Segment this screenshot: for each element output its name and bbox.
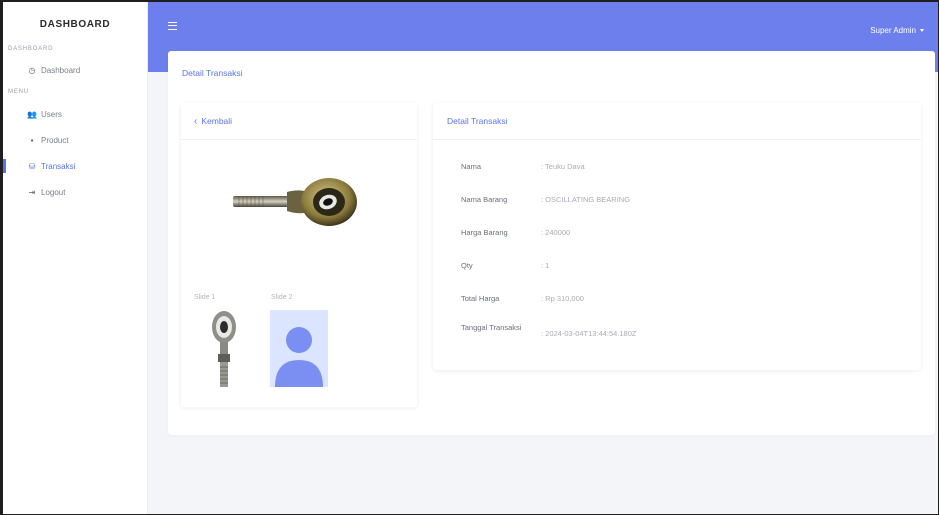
sidebar-item-transaksi[interactable]: ⛁ Transaksi [3,153,147,179]
detail-label: Nama [461,162,482,171]
product-gallery-card: ‹ Kembali Slide 1 Slide 2 [181,103,417,407]
chevron-left-icon: ‹ [194,115,198,127]
sidebar-item-label: Dashboard [41,65,81,75]
detail-value: : Teuku Dava [541,162,585,171]
sidebar-item-users[interactable]: 👥 Users [3,101,147,127]
detail-label: Tanggal Transaksi [461,323,522,332]
product-image [233,178,357,226]
slide-thumbnail-1[interactable] [208,309,240,389]
slide-label[interactable]: Slide 1 [194,294,215,301]
sidebar-item-dashboard[interactable]: ◷ Dashboard [3,57,147,83]
app-frame: DASHBOARD DASHBOARD ◷ Dashboard MENU 👥 U… [0,0,939,515]
detail-label: Harga Barang [461,228,508,237]
sidebar-item-logout[interactable]: ⇥ Logout [3,179,147,205]
sidebar-item-label: Product [41,135,69,145]
avatar-placeholder-icon [275,327,323,387]
sidebar-item-label: Users [41,109,62,119]
detail-value: : Rp 310,000 [541,294,584,303]
back-label: Kembali [201,116,233,126]
detail-label: Qty [461,261,473,270]
users-icon: 👥 [27,109,37,119]
slide-thumbnail-2[interactable] [270,310,328,387]
box-icon: ▪ [30,135,34,145]
sidebar-item-product[interactable]: ▪ Product [3,127,147,153]
sidebar-heading-menu: MENU [8,89,29,95]
detail-card-title: Detail Transaksi [433,103,921,140]
slide-label[interactable]: Slide 2 [271,294,292,301]
sidebar-item-label: Logout [41,187,66,197]
detail-label: Total Harga [461,294,500,303]
caret-down-icon [920,29,924,32]
transaction-detail-card: Detail Transaksi Nama : Teuku Dava Nama … [433,103,921,370]
sidebar-item-label: Transaksi [41,161,76,171]
page-title: Detail Transaksi [182,68,243,78]
sidebar-heading-dashboard: DASHBOARD [8,46,54,52]
detail-value: : 2024-03-04T13:44:54.180Z [541,329,637,338]
back-button[interactable]: ‹ Kembali [181,103,417,140]
logout-icon: ⇥ [28,187,36,197]
detail-label: Nama Barang [461,195,508,204]
clock-icon: ◷ [28,65,36,75]
detail-value: : 240000 [541,228,571,237]
hamburger-menu-icon[interactable] [168,22,177,30]
sidebar: DASHBOARD DASHBOARD ◷ Dashboard MENU 👥 U… [3,2,148,514]
main-card: Detail Transaksi ‹ Kembali Slide 1 Slide… [168,51,935,435]
user-menu-label: Super Admin [870,26,916,35]
detail-value: : OSCILLATING BEARING [541,195,631,204]
user-menu[interactable]: Super Admin [870,26,924,35]
brand-title: DASHBOARD [39,18,111,30]
database-icon: ⛁ [28,161,36,171]
detail-value: : 1 [541,261,550,270]
